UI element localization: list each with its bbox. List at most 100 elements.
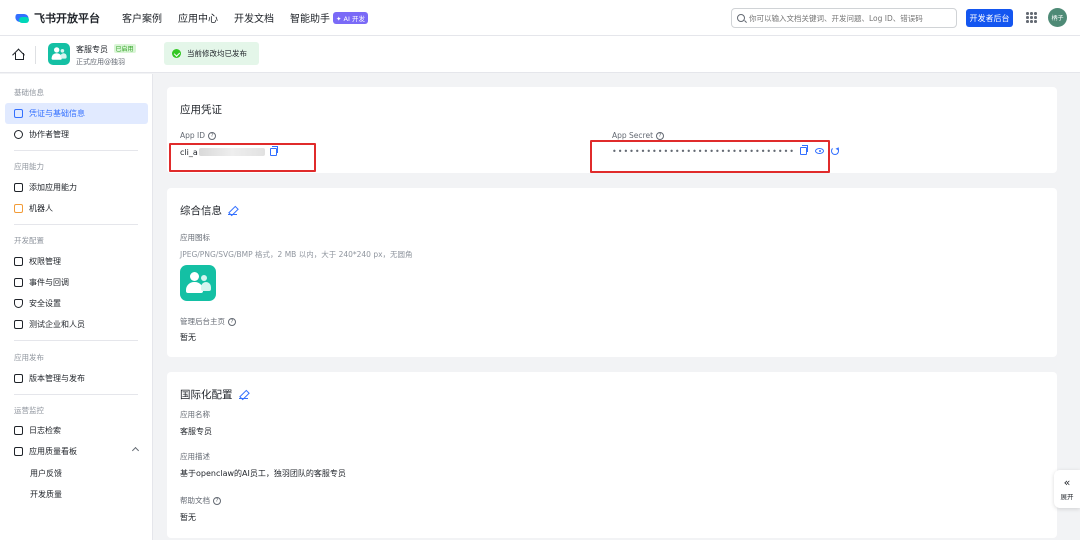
sidebar-item-credentials[interactable]: 凭证与基础信息 — [5, 103, 148, 124]
sidebar-item-events[interactable]: 事件与回调 — [5, 272, 148, 293]
sidebar-item-label: 协作者管理 — [29, 130, 69, 139]
highlight-box — [590, 140, 830, 173]
app-desc-value: 基于openclaw的AI员工，独羽团队的客服专员 — [180, 469, 346, 478]
avatar[interactable]: 柄子 — [1048, 8, 1067, 27]
help-icon[interactable]: ? — [656, 131, 665, 140]
section-title: 综合信息 — [180, 203, 237, 218]
app-id-label-text: App ID — [180, 131, 206, 140]
divider — [14, 340, 138, 341]
sidebar-item-bot[interactable]: 机器人 — [5, 198, 148, 219]
section-title-text: 综合信息 — [180, 205, 222, 217]
section-title: 应用凭证 — [180, 104, 222, 116]
sidebar-item-label: 权限管理 — [29, 257, 61, 266]
section-title-basic: 基础信息 — [14, 88, 44, 97]
shield-icon — [14, 299, 23, 308]
apps-grid-icon[interactable] — [1026, 12, 1037, 23]
divider — [14, 224, 138, 225]
main-nav: 客户案例 应用中心 开发文档 智能助手 ✦ AI 开发 — [122, 10, 384, 25]
sidebar-item-label: 应用质量看板 — [29, 447, 77, 456]
sidebar-item-dev-quality[interactable]: 开发质量 — [5, 484, 148, 505]
chevron-up-icon — [131, 446, 140, 455]
sidebar-item-quality-dashboard[interactable]: 应用质量看板 — [5, 441, 148, 462]
sidebar-item-logs[interactable]: 日志检索 — [5, 420, 148, 441]
divider — [35, 46, 36, 64]
search-icon — [737, 14, 745, 22]
search-input[interactable] — [749, 13, 949, 23]
help-icon[interactable]: ? — [208, 131, 217, 140]
sidebar-item-label: 开发质量 — [30, 490, 62, 499]
log-icon — [14, 426, 23, 435]
publish-status-notice: 当前修改均已发布 — [164, 42, 259, 65]
event-icon — [14, 278, 23, 287]
help-doc-label: 帮助文档 ? — [180, 495, 221, 506]
sidebar-item-security[interactable]: 安全设置 — [5, 293, 148, 314]
admin-home-label-text: 管理后台主页 — [180, 317, 225, 326]
section-title-dev-config: 开发配置 — [14, 236, 44, 245]
sidebar-item-collaborators[interactable]: 协作者管理 — [5, 124, 148, 145]
nav-item-docs[interactable]: 开发文档 — [234, 10, 274, 25]
check-circle-icon — [172, 49, 181, 58]
publish-notice-text: 当前修改均已发布 — [187, 49, 247, 58]
sidebar-item-label: 日志检索 — [29, 426, 61, 435]
sidebar-item-versions[interactable]: 版本管理与发布 — [5, 368, 148, 389]
search-box[interactable] — [731, 8, 957, 28]
app-name-label: 应用名称 — [180, 410, 210, 419]
home-icon[interactable] — [13, 49, 24, 60]
credentials-card: 应用凭证 App ID ? cli_a App Secret ? •••••••… — [167, 87, 1057, 173]
sidebar-item-label: 用户反馈 — [30, 469, 62, 478]
ai-badge: ✦ AI 开发 — [333, 11, 368, 24]
developer-console-button[interactable]: 开发者后台 — [966, 9, 1013, 27]
section-title: 国际化配置 — [180, 387, 248, 402]
edit-icon[interactable] — [228, 206, 237, 215]
app-avatar-icon — [48, 43, 70, 65]
sidebar-item-test-tenant[interactable]: 测试企业和人员 — [5, 314, 148, 335]
feishu-logo-icon — [15, 12, 29, 24]
app-name[interactable]: 客服专员 已启用 — [76, 44, 136, 55]
help-doc-value: 暂无 — [180, 513, 196, 522]
nav-item-app-center[interactable]: 应用中心 — [178, 10, 218, 25]
edit-icon[interactable] — [238, 390, 248, 399]
credential-icon — [14, 109, 23, 118]
help-icon[interactable]: ? — [213, 496, 221, 505]
upload-icon — [14, 374, 23, 383]
sidebar-item-label: 版本管理与发布 — [29, 374, 85, 383]
divider — [14, 394, 138, 395]
sidebar: 基础信息 凭证与基础信息 协作者管理 应用能力 添加应用能力 机器人 开发配置 … — [0, 74, 153, 540]
app-secret-label-text: App Secret — [612, 131, 654, 140]
lock-icon — [14, 257, 23, 266]
app-icon-image[interactable] — [180, 265, 216, 301]
refresh-icon[interactable] — [831, 147, 839, 155]
status-badge: 已启用 — [113, 44, 136, 53]
logo[interactable]: 飞书开放平台 — [15, 10, 100, 26]
expand-label: 展开 — [1060, 493, 1074, 501]
admin-home-value: 暂无 — [180, 333, 196, 342]
help-doc-label-text: 帮助文档 — [180, 496, 210, 505]
expand-panel-button[interactable]: « 展开 — [1054, 470, 1080, 508]
sidebar-item-permissions[interactable]: 权限管理 — [5, 251, 148, 272]
sidebar-item-add-capability[interactable]: 添加应用能力 — [5, 177, 148, 198]
sidebar-item-user-feedback[interactable]: 用户反馈 — [5, 463, 148, 484]
app-desc-label: 应用描述 — [180, 452, 210, 461]
robot-icon — [14, 204, 23, 213]
section-title-text: 国际化配置 — [180, 389, 233, 401]
app-header-bar: 客服专员 已启用 正式应用@独羽 当前修改均已发布 — [0, 36, 1080, 73]
app-subtitle: 正式应用@独羽 — [76, 58, 125, 66]
help-icon[interactable]: ? — [228, 317, 236, 326]
app-id-label: App ID ? — [180, 131, 217, 140]
sidebar-item-label: 安全设置 — [29, 299, 61, 308]
sidebar-item-label: 机器人 — [29, 204, 53, 213]
highlight-box — [169, 143, 316, 172]
sidebar-item-label: 事件与回调 — [29, 278, 69, 287]
app-icon-label: 应用图标 — [180, 233, 210, 242]
sidebar-item-label: 凭证与基础信息 — [29, 109, 85, 118]
nav-item-assistant[interactable]: 智能助手 ✦ AI 开发 — [290, 10, 368, 25]
app-icon-hint: JPEG/PNG/SVG/BMP 格式，2 MB 以内，大于 240*240 p… — [180, 250, 413, 259]
sidebar-item-label: 添加应用能力 — [29, 183, 77, 192]
app-secret-label: App Secret ? — [612, 131, 665, 140]
section-title-release: 应用发布 — [14, 353, 44, 362]
admin-home-label: 管理后台主页 ? — [180, 316, 236, 327]
test-icon — [14, 320, 23, 329]
double-chevron-left-icon: « — [1063, 476, 1071, 489]
nav-item-cases[interactable]: 客户案例 — [122, 10, 162, 25]
general-info-card: 综合信息 应用图标 JPEG/PNG/SVG/BMP 格式，2 MB 以内，大于… — [167, 188, 1057, 357]
